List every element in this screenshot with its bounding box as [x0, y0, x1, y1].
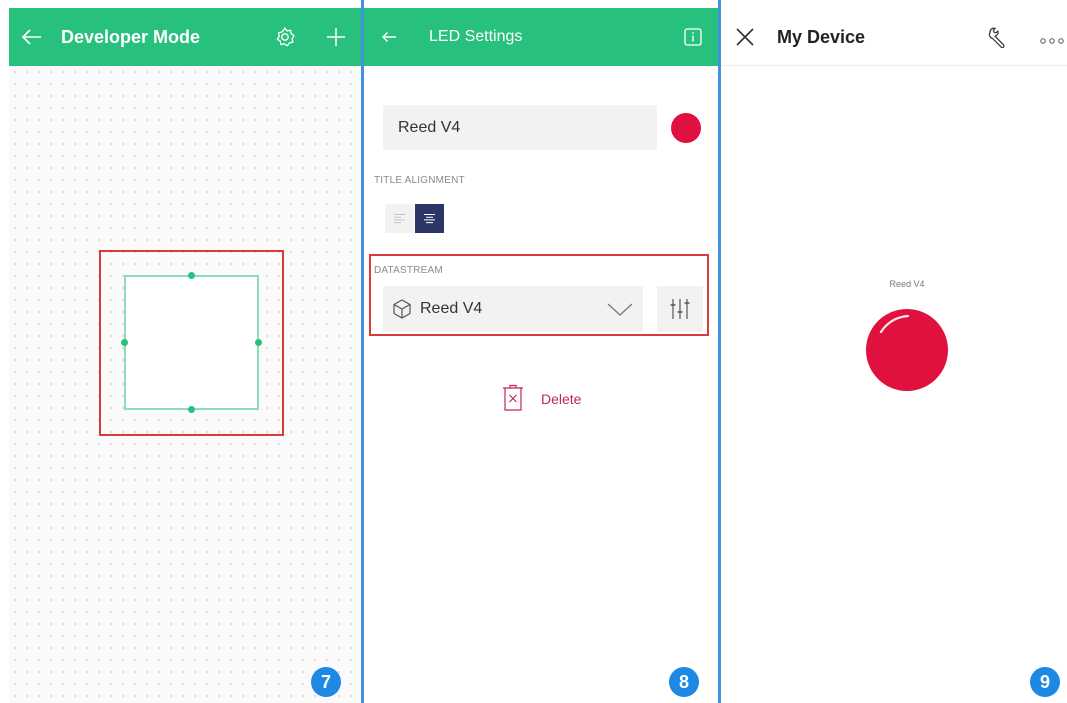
step-badge: 9	[1030, 667, 1060, 697]
led-settings-header: LED Settings	[364, 8, 718, 66]
plus-icon[interactable]	[319, 8, 353, 66]
step-badge: 8	[669, 667, 699, 697]
back-arrow-icon[interactable]	[15, 8, 49, 66]
widget-placeholder[interactable]	[121, 272, 262, 413]
resize-handle-bottom[interactable]	[188, 406, 195, 413]
led-settings-panel: LED Settings Reed V4 TITLE ALIGNMENT DAT…	[361, 0, 721, 703]
led-indicator	[866, 309, 948, 391]
align-center-icon	[424, 214, 435, 224]
page-title: My Device	[777, 27, 866, 47]
datastream-select[interactable]: Reed V4	[383, 286, 643, 332]
sliders-icon	[670, 299, 690, 319]
led-color-swatch[interactable]	[671, 113, 701, 143]
datastream-settings-button[interactable]	[657, 286, 703, 332]
page-title: LED Settings	[429, 28, 523, 45]
cube-icon	[393, 299, 411, 319]
datastream-label: DATASTREAM	[374, 265, 443, 276]
resize-handle-left[interactable]	[121, 339, 128, 346]
trash-icon	[503, 384, 523, 411]
datastream-value: Reed V4	[420, 300, 483, 317]
wrench-icon[interactable]	[987, 26, 1009, 49]
widget-title-field[interactable]: Reed V4	[383, 105, 657, 150]
info-icon[interactable]	[680, 8, 706, 66]
my-device-panel: My Device Reed V4 9	[721, 0, 1067, 703]
back-arrow-icon[interactable]	[376, 8, 402, 66]
widget-title-value: Reed V4	[398, 119, 461, 136]
gear-icon[interactable]	[268, 8, 302, 66]
step-badge: 7	[311, 667, 341, 697]
resize-handle-right[interactable]	[255, 339, 262, 346]
led-widget[interactable]: Reed V4	[857, 279, 957, 399]
dashboard-canvas[interactable]	[9, 66, 361, 703]
developer-mode-header: Developer Mode	[9, 8, 361, 66]
my-device-header: My Device	[721, 8, 1067, 66]
title-alignment-label: TITLE ALIGNMENT	[374, 175, 465, 186]
resize-handle-top[interactable]	[188, 272, 195, 279]
close-icon[interactable]	[735, 27, 755, 47]
align-left-icon	[394, 214, 405, 224]
developer-mode-panel: Developer Mode 7	[9, 0, 361, 703]
align-center-button[interactable]	[415, 204, 444, 233]
page-title: Developer Mode	[61, 27, 201, 47]
align-left-button[interactable]	[385, 204, 414, 233]
more-icon[interactable]	[1040, 33, 1064, 44]
led-label: Reed V4	[889, 279, 925, 289]
chevron-down-icon	[607, 303, 633, 316]
delete-label: Delete	[541, 391, 582, 407]
delete-button[interactable]: Delete	[502, 382, 602, 416]
